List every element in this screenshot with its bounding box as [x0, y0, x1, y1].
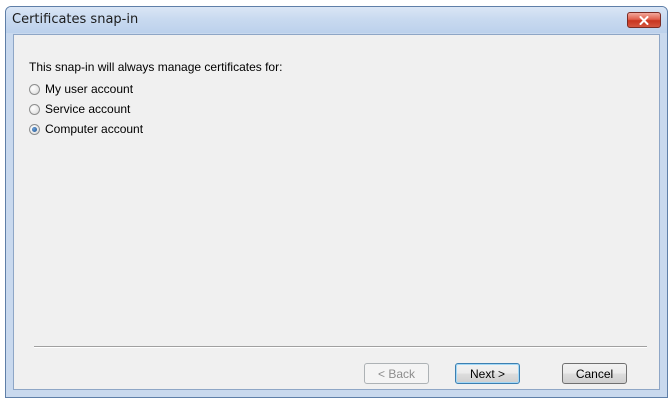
- close-icon: [639, 15, 649, 25]
- intro-text: This snap-in will always manage certific…: [29, 60, 283, 74]
- radio-option-computer-account[interactable]: Computer account: [29, 122, 143, 136]
- radio-label: Computer account: [45, 122, 144, 136]
- separator-line: [34, 346, 647, 348]
- dialog-body: This snap-in will always manage certific…: [13, 34, 660, 390]
- title-bar[interactable]: Certificates snap-in: [6, 7, 667, 33]
- window-title: Certificates snap-in: [12, 12, 139, 27]
- next-button[interactable]: Next >: [455, 363, 520, 384]
- radio-option-my-user-account[interactable]: My user account: [29, 82, 133, 96]
- radio-button-unchecked[interactable]: [29, 103, 40, 115]
- certificates-snap-in-dialog: Certificates snap-in This snap-in will a…: [5, 6, 668, 398]
- back-button[interactable]: < Back: [364, 363, 429, 384]
- cancel-button[interactable]: Cancel: [562, 363, 627, 384]
- close-button[interactable]: [627, 12, 661, 28]
- radio-option-service-account[interactable]: Service account: [29, 102, 130, 116]
- radio-button-unchecked[interactable]: [29, 83, 40, 95]
- radio-button-checked[interactable]: [29, 123, 40, 135]
- radio-label: My user account: [45, 82, 134, 96]
- radio-label: Service account: [45, 102, 131, 116]
